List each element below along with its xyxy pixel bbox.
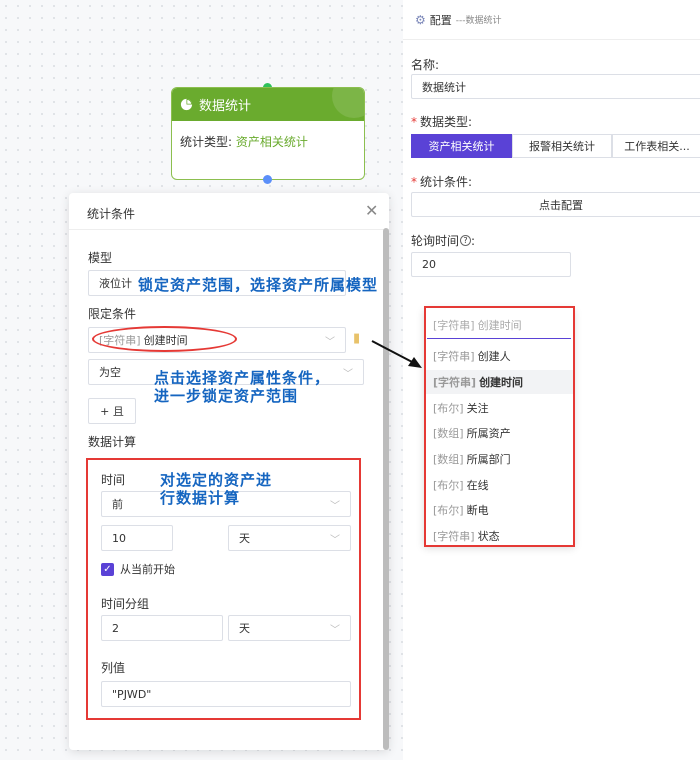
- node-title: 数据统计: [199, 99, 252, 114]
- clipboard-icon[interactable]: ▮: [353, 331, 360, 346]
- tab-label: 资产相关统计: [428, 140, 495, 153]
- colon: :: [471, 233, 476, 248]
- config-title: 配置: [429, 13, 452, 27]
- help-circle-icon[interactable]: ?: [460, 235, 472, 246]
- data-type-tabs: 资产相关统计 报警相关统计 工作表相关...: [411, 134, 700, 158]
- cond-label-row: * 统计条件:: [411, 173, 472, 190]
- tab-worksheet-stats[interactable]: 工作表相关...: [612, 134, 700, 158]
- name-input[interactable]: 数据统计: [411, 74, 700, 99]
- poll-time-input[interactable]: 20: [411, 252, 571, 277]
- add-and-button[interactable]: + 且: [88, 398, 136, 424]
- data-type-label: 数据类型:: [420, 115, 473, 129]
- tab-asset-stats[interactable]: 资产相关统计: [411, 134, 512, 158]
- add-and-button-label: + 且: [100, 405, 124, 418]
- node-type-label: 统计类型:: [180, 135, 233, 149]
- click-config-label: 点击配置: [539, 198, 583, 212]
- condition-label: 限定条件: [88, 307, 137, 321]
- poll-value: 20: [422, 258, 436, 271]
- cond-label: 统计条件:: [420, 175, 473, 189]
- close-icon[interactable]: ✕: [365, 201, 378, 220]
- calc-label: 数据计算: [88, 435, 137, 449]
- operator-value: 为空: [99, 366, 121, 379]
- name-label: 名称:: [411, 58, 440, 72]
- model-value: 液位计: [99, 277, 132, 290]
- node-body: 统计类型: 资产相关统计: [172, 121, 364, 162]
- poll-label-row: 轮询时间 ? :: [411, 232, 475, 249]
- annotation-note-calc-1: 对选定的资产进: [160, 471, 273, 489]
- node-type-value: 资产相关统计: [235, 135, 308, 149]
- model-label: 模型: [88, 251, 113, 265]
- click-config-button[interactable]: 点击配置: [411, 192, 700, 217]
- annotation-note-condition-1: 点击选择资产属性条件，: [154, 369, 331, 387]
- chevron-down-icon: ﹀: [343, 368, 353, 380]
- data-type-label-row: * 数据类型:: [411, 113, 472, 130]
- tab-label: 报警相关统计: [529, 140, 595, 153]
- tab-alarm-stats[interactable]: 报警相关统计: [512, 134, 612, 158]
- node-output-port[interactable]: [263, 175, 272, 184]
- panel-title: 统计条件: [87, 207, 136, 221]
- annotation-note-condition-2: 进一步锁定资产范围: [154, 387, 299, 405]
- annotation-box-dropdown: [424, 306, 575, 547]
- annotation-note-calc-2: 行数据计算: [160, 489, 241, 507]
- gear-icon: ⚙: [415, 12, 426, 27]
- annotation-note-model: 锁定资产范围，选择资产所属模型: [138, 276, 379, 294]
- name-value: 数据统计: [422, 80, 466, 94]
- annotation-arrow-icon: [371, 340, 422, 368]
- pie-chart-icon: [180, 98, 193, 111]
- panel-divider: [69, 229, 389, 230]
- config-header: ⚙ 配置 ---数据统计: [403, 0, 700, 40]
- required-mark: *: [411, 175, 417, 189]
- flow-node-data-statistics[interactable]: 数据统计 统计类型: 资产相关统计: [171, 87, 365, 180]
- annotation-ellipse: [92, 326, 237, 352]
- chevron-down-icon: ﹀: [325, 336, 335, 348]
- panel-scrollbar[interactable]: [383, 228, 389, 750]
- poll-label: 轮询时间: [411, 234, 460, 248]
- config-subtitle: ---数据统计: [455, 16, 502, 26]
- tab-label: 工作表相关...: [624, 140, 690, 153]
- required-mark: *: [411, 115, 417, 129]
- node-header: 数据统计: [172, 88, 364, 121]
